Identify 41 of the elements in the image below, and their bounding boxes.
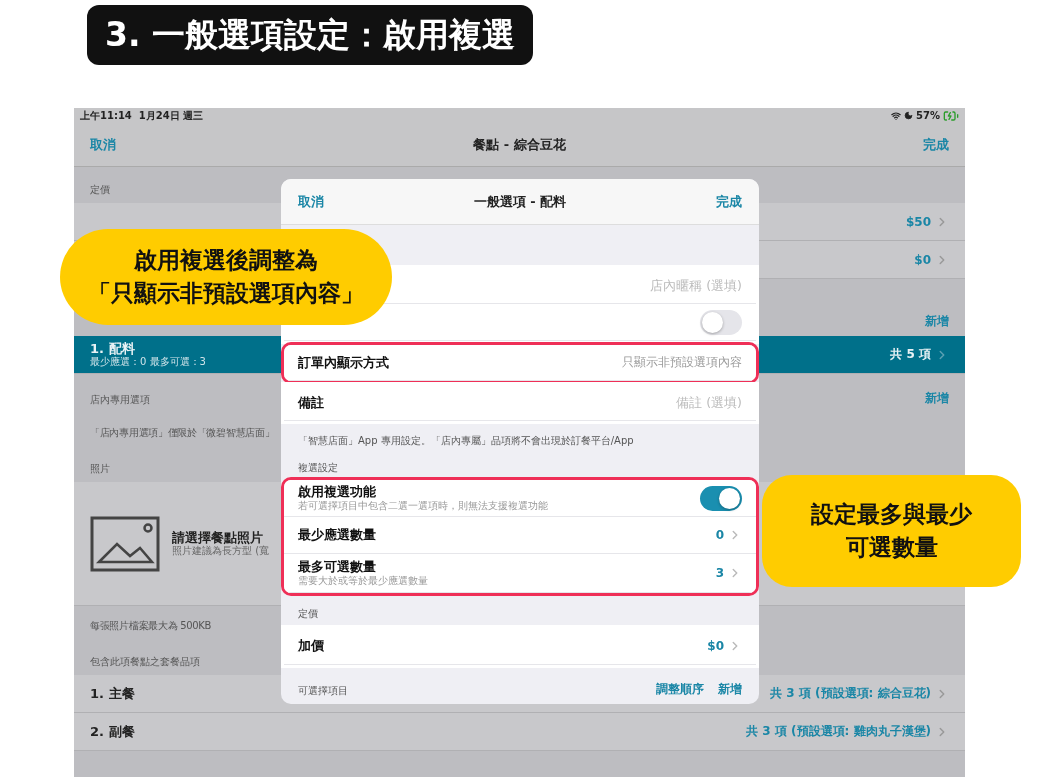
section-header: 包含此項餐點之套餐品項 xyxy=(90,655,200,669)
section-footer: 每張照片檔案最大為 500KB xyxy=(90,620,212,631)
row-value: 共 5 項 xyxy=(890,346,931,363)
row-subtitle: 最少應選：0 最多可選：3 xyxy=(90,356,206,369)
row-value: 0 xyxy=(715,528,724,543)
row-label: 1. 主餐 xyxy=(90,685,135,702)
row-value: $0 xyxy=(914,252,931,267)
battery-percent: 57% xyxy=(916,110,940,121)
section-footer: 「智慧店面」App 專用設定。「店內專屬」品項將不會出現於訂餐平台/App xyxy=(298,435,634,446)
row-value: $50 xyxy=(905,214,931,229)
row-value: 3 xyxy=(715,566,724,581)
step-title: 3. 一般選項設定：啟用複選 xyxy=(87,5,533,65)
callout-text: 「只顯示非預設選項內容」 xyxy=(88,279,364,308)
row-label: 最少應選數量 xyxy=(298,527,376,543)
row-label: 啟用複選功能 xyxy=(298,484,377,500)
row-label: 2. 副餐 xyxy=(90,723,135,740)
section-header: 複選設定 xyxy=(298,462,338,475)
section-header: 店內專用選項 xyxy=(90,393,150,407)
row-value: 只顯示非預設選項內容 xyxy=(622,354,742,371)
section-footer: 「店內專用選項」僅限於「微碧智慧店面」 xyxy=(90,427,275,438)
row-value: $0 xyxy=(707,639,724,654)
row-label: 1. 配料 xyxy=(90,340,136,356)
callout-text: 啟用複選後調整為 xyxy=(134,245,318,275)
row-value: 共 3 項 (預設選項: 雞肉丸子漢堡) xyxy=(746,723,931,740)
dialog-title: 一般選項 - 配料 xyxy=(473,192,567,211)
row-label: 備註 xyxy=(298,393,324,412)
section-header: 定價 xyxy=(90,183,110,197)
section-header: 可選擇項目 xyxy=(298,684,348,697)
nav-title: 餐點 - 綜合豆花 xyxy=(473,135,566,154)
row-value: 共 3 項 (預設選項: 綜合豆花) xyxy=(770,685,931,702)
row-label: 訂單內顯示方式 xyxy=(298,354,389,371)
row-subtitle: 需要大於或等於最少應選數量 xyxy=(298,575,428,587)
row-label: 加價 xyxy=(298,638,324,654)
callout-text: 可選數量 xyxy=(845,533,938,562)
photo-prompt: 請選擇餐點照片 xyxy=(172,529,263,546)
section-header: 定價 xyxy=(298,608,318,621)
callout-text: 設定最多與最少 xyxy=(811,499,972,529)
photo-hint: 照片建議為長方型 (寬 xyxy=(172,545,270,558)
section-header: 照片 xyxy=(90,462,110,476)
row-label: 最多可選數量 xyxy=(298,559,377,575)
status-time: 上午11:14 1月24日 週三 xyxy=(80,108,204,123)
